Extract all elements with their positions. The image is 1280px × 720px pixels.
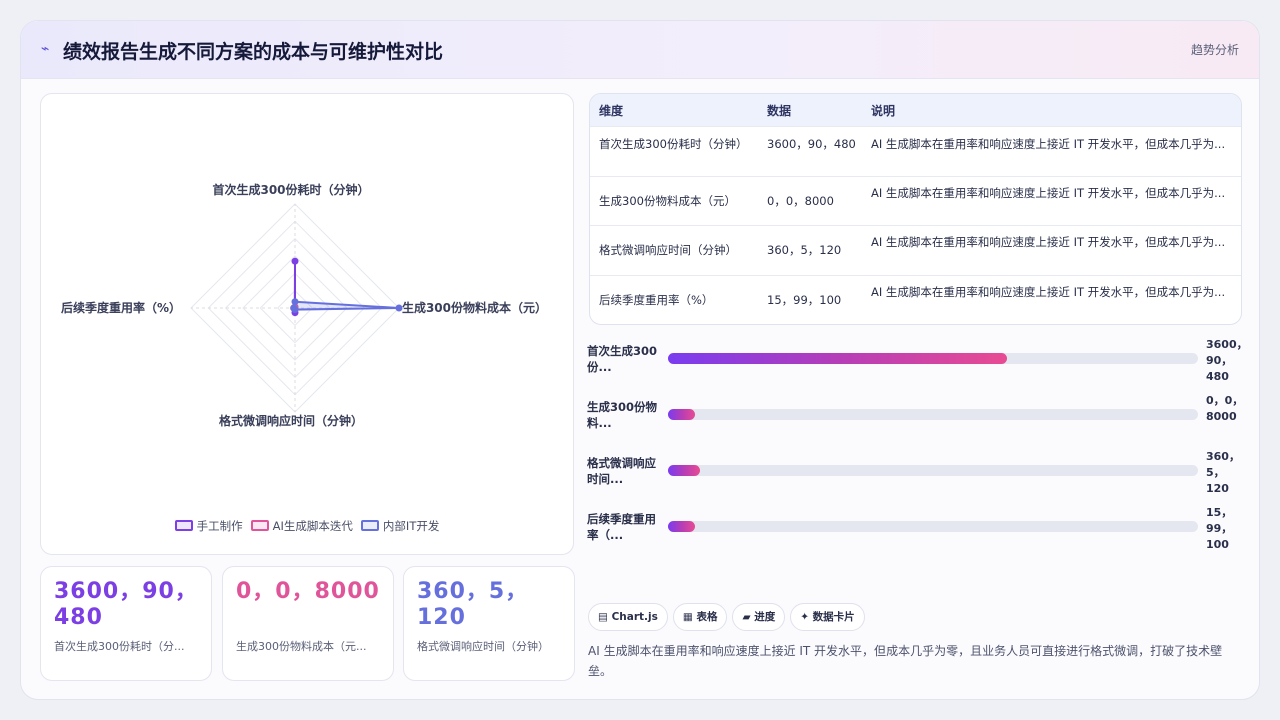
progress-fill bbox=[668, 465, 700, 476]
legend-item[interactable]: AI生成脚本迭代 bbox=[250, 518, 353, 534]
table-cell-data: 360，5，120 bbox=[767, 243, 842, 257]
radar-point bbox=[291, 257, 299, 265]
chip-progress[interactable]: ▰ 进度 bbox=[732, 603, 786, 631]
table-row: 后续季度重用率（%） 15，99，100 AI 生成脚本在重用率和响应速度上接近… bbox=[590, 276, 1241, 324]
progress-track bbox=[668, 409, 1198, 420]
table-row: 生成300份物料成本（元） 0，0，8000 AI 生成脚本在重用率和响应速度上… bbox=[590, 177, 1241, 226]
progress-row: 首次生成300份... 3600，90，480 bbox=[587, 338, 1248, 399]
progress-row: 生成300份物料... 0，0，8000 bbox=[587, 394, 1247, 455]
progress-track bbox=[668, 353, 1198, 364]
legend-swatch bbox=[250, 520, 269, 531]
chip-table[interactable]: ▦ 表格 bbox=[672, 603, 728, 631]
legend-swatch bbox=[360, 520, 379, 531]
table-cell-dimension: 首次生成300份耗时（分钟） bbox=[599, 137, 748, 151]
radar-axis-label: 格式微调响应时间（分钟） bbox=[219, 413, 363, 428]
radar-chart-card: 首次生成300份耗时（分钟） 生成300份物料成本（元） 格式微调响应时间（分钟） 后… bbox=[40, 93, 574, 555]
legend-label: 手工制作 bbox=[196, 519, 243, 533]
chart-legend: 手工制作 AI生成脚本迭代 内部IT开发 bbox=[41, 518, 573, 534]
table-cell-data: 15，99，100 bbox=[767, 293, 842, 307]
pulse-icon: ⌁ bbox=[41, 41, 50, 57]
progress-label: 格式微调响应时间... bbox=[587, 456, 656, 486]
progress-label: 后续季度重用率（... bbox=[587, 512, 656, 542]
legend-swatch bbox=[174, 520, 193, 531]
progress-fill bbox=[668, 521, 695, 532]
table-row: 格式微调响应时间（分钟） 360，5，120 AI 生成脚本在重用率和响应速度上… bbox=[590, 226, 1241, 276]
radar-point bbox=[291, 298, 299, 306]
data-table: 维度 数据 说明 首次生成300份耗时（分钟） 3600，90，480 AI 生… bbox=[589, 93, 1242, 325]
header-bar: ⌁ 绩效报告生成不同方案的成本与可维护性对比 趋势分析 bbox=[21, 21, 1259, 79]
progress-row: 格式微调响应时间... 360，5，120 bbox=[587, 450, 1247, 511]
table-cell-data: 3600，90，480 bbox=[767, 137, 856, 151]
summary-text: AI 生成脚本在重用率和响应速度上接近 IT 开发水平，但成本几乎为零，且业务人… bbox=[588, 644, 1223, 678]
table-cell-description: AI 生成脚本在重用率和响应速度上接近 IT 开发水平，但成本几乎为... bbox=[871, 137, 1226, 151]
progress-fill bbox=[668, 353, 1008, 364]
progress-track bbox=[668, 465, 1198, 476]
stat-card-adjust-time: 360，5，120 格式微调响应时间（分钟） bbox=[403, 566, 575, 681]
table-cell-description: AI 生成脚本在重用率和响应速度上接近 IT 开发水平，但成本几乎为... bbox=[871, 285, 1226, 299]
radar-point bbox=[290, 304, 298, 312]
trend-analysis-link[interactable]: 趋势分析 bbox=[1191, 41, 1239, 58]
legend-item[interactable]: 内部IT开发 bbox=[360, 518, 440, 534]
legend-label: 内部IT开发 bbox=[382, 519, 440, 533]
legend-label: AI生成脚本迭代 bbox=[272, 519, 353, 533]
table-row: 首次生成300份耗时（分钟） 3600，90，480 AI 生成脚本在重用率和响… bbox=[590, 127, 1241, 177]
page-title: 绩效报告生成不同方案的成本与可维护性对比 bbox=[63, 41, 444, 63]
radar-axis-label: 首次生成300份耗时（分钟） bbox=[212, 182, 369, 197]
chip-data-cards[interactable]: ✦ 数据卡片 bbox=[790, 603, 865, 631]
stat-value: 360，5，120 bbox=[417, 579, 529, 630]
progress-label: 生成300份物料... bbox=[587, 400, 658, 430]
dashboard-shell: ⌁ 绩效报告生成不同方案的成本与可维护性对比 趋势分析 首次生成300份耗时（分… bbox=[20, 20, 1260, 700]
legend-item[interactable]: 手工制作 bbox=[174, 518, 243, 534]
stat-label: 首次生成300份耗时（分... bbox=[54, 640, 185, 653]
stat-label: 格式微调响应时间（分钟） bbox=[417, 640, 549, 653]
stat-value: 0，0，8000 bbox=[236, 579, 380, 604]
progress-value: 3600，90，480 bbox=[1206, 338, 1248, 383]
tag-chips: ▤ Chart.js ▦ 表格 ▰ 进度 ✦ 数据卡片 bbox=[588, 603, 870, 631]
progress-value: 360，5，120 bbox=[1206, 450, 1240, 495]
table-cell-dimension: 生成300份物料成本（元） bbox=[599, 194, 736, 208]
table-cell-dimension: 格式微调响应时间（分钟） bbox=[599, 243, 737, 257]
table-cell-dimension: 后续季度重用率（%） bbox=[599, 293, 714, 307]
table-header-dimension: 维度 bbox=[599, 104, 624, 118]
radar-point bbox=[395, 304, 403, 312]
table-header-description: 说明 bbox=[871, 104, 896, 118]
radar-series-area bbox=[292, 300, 400, 311]
radar-axis-label: 后续季度重用率（%） bbox=[61, 300, 181, 315]
progress-fill bbox=[668, 409, 695, 420]
table-cell-description: AI 生成脚本在重用率和响应速度上接近 IT 开发水平，但成本几乎为... bbox=[871, 235, 1226, 249]
table-header-data: 数据 bbox=[767, 104, 792, 118]
progress-value: 15，99，100 bbox=[1206, 506, 1233, 551]
stat-card-material-cost: 0，0，8000 生成300份物料成本（元... bbox=[222, 566, 394, 681]
table-cell-description: AI 生成脚本在重用率和响应速度上接近 IT 开发水平，但成本几乎为... bbox=[871, 186, 1226, 200]
table-cell-data: 0，0，8000 bbox=[767, 194, 834, 208]
radar-chart: 首次生成300份耗时（分钟） 生成300份物料成本（元） 格式微调响应时间（分钟） 后… bbox=[61, 182, 547, 428]
progress-track bbox=[668, 521, 1198, 532]
radar-axis-label: 生成300份物料成本（元） bbox=[402, 300, 547, 315]
progress-row: 后续季度重用率（... 15，99，100 bbox=[587, 506, 1247, 567]
progress-value: 0，0，8000 bbox=[1206, 394, 1244, 423]
stat-card-first-time: 3600，90，480 首次生成300份耗时（分... bbox=[40, 566, 212, 681]
chip-chartjs[interactable]: ▤ Chart.js bbox=[588, 603, 668, 631]
stat-value: 3600，90，480 bbox=[54, 579, 198, 630]
table-header-row: 维度 数据 说明 bbox=[590, 94, 1241, 127]
stat-label: 生成300份物料成本（元... bbox=[236, 640, 367, 653]
progress-label: 首次生成300份... bbox=[587, 344, 658, 374]
